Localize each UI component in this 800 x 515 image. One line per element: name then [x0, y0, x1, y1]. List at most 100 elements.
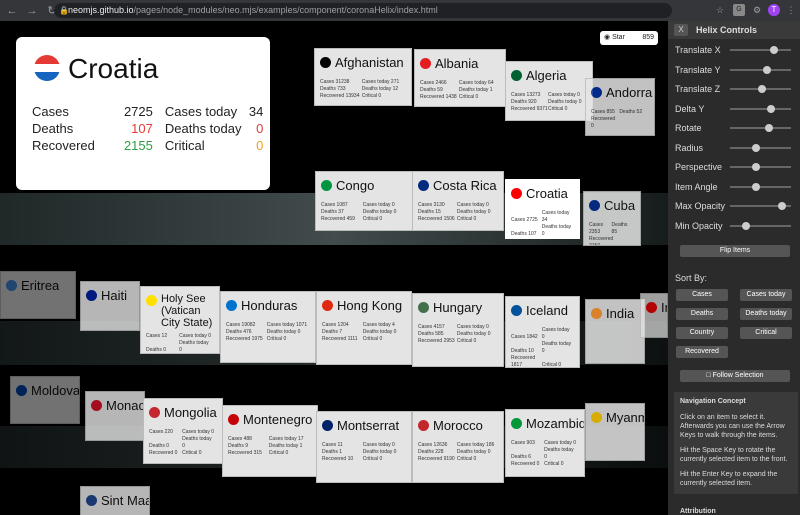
country-card[interactable]: Congo Cases 1087 Cases today 0 Deaths 37 Dea… [315, 171, 413, 231]
stat-text: Critical 0 [547, 106, 568, 112]
stat-text: Cases 2725 [511, 217, 538, 223]
stat-text: Critical 0 [266, 336, 287, 342]
country-card[interactable]: Algeria Cases 13273 Cases today 0 Deaths 92… [505, 61, 593, 121]
stat-text: Critical 0 [361, 93, 382, 99]
slider-knob[interactable] [751, 143, 760, 152]
slider-knob[interactable] [742, 221, 751, 230]
country-card[interactable]: Costa Rica Cases 3130 Cases today 0Deaths … [412, 171, 504, 231]
country-card[interactable]: Croatia Cases 2725Cases today 34 Deaths 10… [505, 179, 580, 239]
slider-track[interactable] [730, 46, 791, 54]
stat-text: Cases today 0 [362, 202, 395, 208]
country-stats: Cases 488 Cases today 17 Deaths 9 Deaths to… [228, 436, 313, 457]
flip-items-button[interactable]: Flip Items [680, 245, 790, 257]
country-card[interactable]: Montenegro Cases 488 Cases today 17Deaths … [222, 405, 318, 477]
country-card[interactable]: Hong Kong Cases 1204 Cases today 4 Deaths 7… [316, 291, 412, 365]
attribution-title: Attribution [680, 508, 716, 515]
slider-label: Translate Y [675, 64, 721, 75]
slider-knob[interactable] [751, 163, 760, 171]
country-card[interactable]: Iceland Cases 1842Cases today 0 Deaths 10 D… [505, 296, 580, 368]
extension-g-icon[interactable]: G [733, 4, 745, 16]
stat-text: Cases today 0 [182, 429, 215, 435]
country-card[interactable]: Indonesia [640, 293, 668, 338]
country-card[interactable]: Albania Cases 2466 Cases today 64 Deaths 59… [414, 49, 506, 107]
slider-track[interactable] [730, 143, 791, 152]
stat-text: Deaths 37 [321, 209, 344, 215]
country-flag-icon [226, 300, 237, 311]
country-card[interactable]: Mongolia Cases 220 Cases today 0 Deaths 0 De… [143, 398, 223, 464]
stat-text: Recovered 1111 [322, 336, 358, 342]
stat-text: Deaths 228 [418, 449, 444, 455]
country-name: Monaco [106, 398, 145, 413]
country-stats: Cases 2725Cases today 34 Deaths 107 Deaths… [511, 210, 575, 238]
slider-track[interactable] [730, 221, 791, 230]
slider-knob[interactable] [757, 85, 766, 93]
slider-knob[interactable] [762, 65, 771, 74]
country-card[interactable]: Mozambique Cases 903 Cases today 0 Deaths 6… [505, 409, 585, 477]
country-card[interactable]: Honduras Cases 19082 Cases today 1071Death… [220, 291, 316, 363]
slider-track[interactable] [730, 182, 791, 191]
country-name: Montenegro [243, 412, 313, 427]
stat-text: Cases 3130 [418, 202, 445, 208]
slider-knob[interactable] [777, 202, 786, 210]
country-card[interactable]: Sint Maarten [80, 486, 150, 515]
slider-track[interactable] [730, 124, 791, 132]
slider-knob[interactable] [765, 124, 774, 132]
bookmark-star-icon[interactable]: ☆ [714, 4, 726, 16]
sort-cases-today-button[interactable]: Cases today [740, 289, 792, 301]
country-card[interactable]: Eritrea [0, 271, 76, 319]
country-flag-icon [591, 308, 602, 319]
sort-deaths-today-button[interactable]: Deaths today [740, 308, 792, 320]
country-card[interactable]: India [585, 299, 645, 364]
country-flag-icon [418, 420, 429, 431]
sort-cases-button[interactable]: Cases [676, 289, 728, 301]
country-card[interactable]: Holy See (Vatican City State) Cases 12 Cas… [140, 286, 220, 354]
country-card[interactable]: Moldova [10, 376, 80, 424]
forward-icon[interactable]: → [24, 5, 40, 17]
extensions-puzzle-icon[interactable]: ⚙ [751, 4, 763, 16]
menu-kebab-icon[interactable]: ⋮ [785, 4, 797, 16]
country-card[interactable]: Andorra Cases 855 Deaths 52Recovered 0 [585, 78, 655, 136]
back-icon[interactable]: ← [4, 5, 20, 17]
slider-track[interactable] [730, 104, 791, 113]
slider-knob[interactable] [766, 104, 775, 113]
slider-row: Radius [675, 141, 795, 155]
sort-critical-button[interactable]: Critical [740, 327, 792, 339]
country-card[interactable]: Haiti [80, 281, 140, 331]
sort-country-button[interactable]: Country [676, 327, 728, 339]
country-card[interactable]: Afghanistan Cases 31238 Cases today 271Dea… [314, 48, 412, 106]
stat-text: Cases 1087 [321, 202, 348, 208]
country-card[interactable]: Morocco Cases 12636 Cases today 186Deaths … [412, 411, 504, 483]
slider-label: Item Angle [675, 181, 718, 192]
stat-text: Critical 0 [456, 338, 477, 344]
slider-knob[interactable] [769, 46, 778, 54]
country-flag-icon [91, 400, 102, 411]
address-bar[interactable]: 🔒 neomjs.github.io/pages/node_modules/ne… [54, 3, 672, 18]
country-name: Montserrat [337, 418, 400, 433]
stat-text: Deaths 107 [511, 231, 537, 237]
stat-text: Deaths 85 [611, 222, 628, 235]
sort-deaths-button[interactable]: Deaths [676, 308, 728, 320]
close-button[interactable]: X [674, 24, 688, 36]
country-card[interactable]: Monaco [85, 391, 145, 441]
slider-track[interactable] [730, 163, 791, 171]
stat-text: Deaths 6 [511, 454, 532, 460]
slider-track[interactable] [730, 85, 791, 93]
slider-knob[interactable] [751, 182, 760, 191]
slider-track[interactable] [730, 65, 791, 74]
follow-selection-button[interactable]: □ Follow Selection [680, 370, 790, 382]
slider-track[interactable] [730, 202, 791, 210]
country-flag-icon [420, 58, 431, 69]
helix-stage[interactable]: Afghanistan Cases 31238 Cases today 271Dea… [0, 21, 668, 515]
stat-text: Recovered 2953 [418, 338, 455, 344]
country-card[interactable]: Montserrat Cases 11 Cases today 0 Deaths 1 D… [316, 411, 412, 483]
country-card[interactable]: Hungary Cases 4157 Cases today 0 Deaths 585… [412, 293, 504, 367]
avatar[interactable]: T [768, 4, 780, 16]
github-star-button[interactable]: ◉ Star 859 [600, 31, 658, 45]
stat-text: Recovered 1817 [511, 355, 536, 368]
slider-row: Item Angle [675, 180, 795, 194]
sort-recovered-button[interactable]: Recovered [676, 346, 728, 358]
country-card[interactable]: Cuba Cases 2353 Deaths 85Recovered 2150 [583, 191, 641, 246]
stat-text: Cases 11 [322, 442, 343, 448]
slider-label: Perspective [675, 162, 723, 172]
country-card[interactable]: Myanmar [585, 403, 645, 461]
